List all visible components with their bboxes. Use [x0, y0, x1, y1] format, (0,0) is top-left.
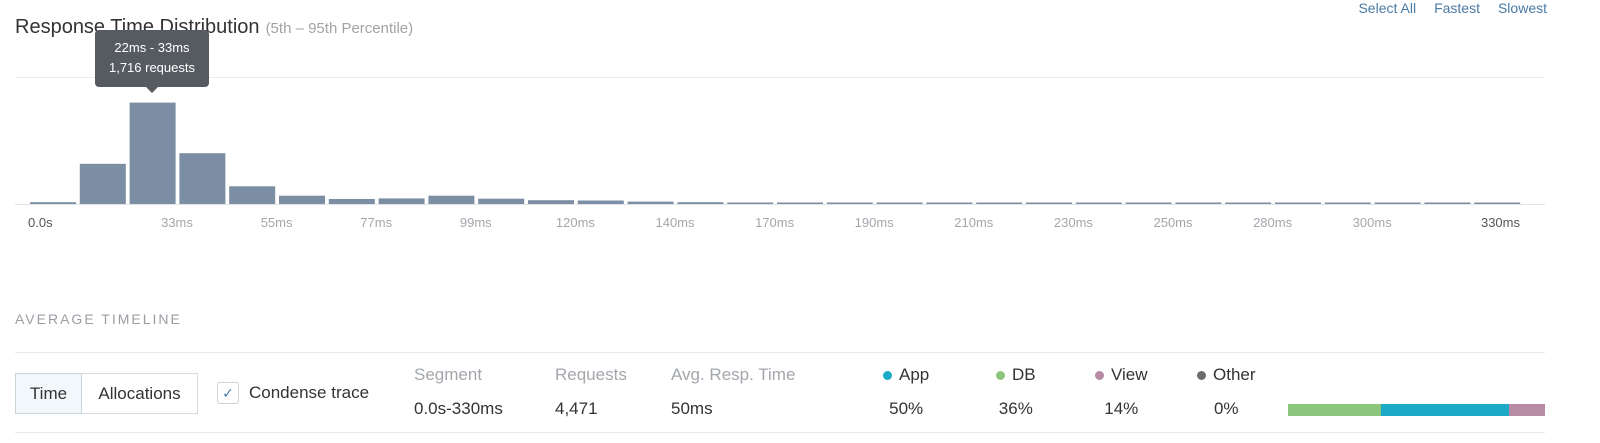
- histogram-bar[interactable]: [727, 202, 774, 205]
- x-tick-label: 190ms: [855, 215, 895, 230]
- histogram-bar[interactable]: [179, 153, 226, 204]
- legend-label: DB: [1012, 365, 1036, 384]
- histogram-bar[interactable]: [577, 200, 624, 205]
- select-all-link[interactable]: Select All: [1358, 0, 1416, 16]
- condense-trace-checkbox[interactable]: ✓: [217, 382, 239, 404]
- stat-value: 4,471: [555, 399, 598, 418]
- breakdown-segment-view: [1509, 404, 1545, 416]
- page: Response Time Distribution (5th – 95th P…: [0, 0, 1600, 443]
- histogram-bar[interactable]: [478, 198, 525, 204]
- stat-label: Segment: [414, 365, 483, 384]
- histogram-bar[interactable]: [1125, 202, 1172, 205]
- histogram-bar[interactable]: [30, 202, 76, 204]
- histogram-bar[interactable]: [1474, 202, 1521, 205]
- legend-value: 36%: [998, 399, 1033, 418]
- time-toggle-button[interactable]: Time: [15, 373, 82, 414]
- histogram-bar[interactable]: [129, 102, 176, 204]
- legend-value: 50%: [889, 399, 924, 418]
- legend-value: 14%: [1104, 399, 1139, 418]
- x-tick-label: 280ms: [1253, 215, 1293, 230]
- stat-requests: Requests 4,471: [555, 365, 627, 419]
- histogram-bar[interactable]: [378, 198, 425, 204]
- stat-avg-response-time: Avg. Resp. Time 50ms: [671, 365, 795, 419]
- histogram-bar[interactable]: [1175, 202, 1222, 205]
- histogram-bar[interactable]: [279, 195, 325, 204]
- histogram-bar[interactable]: [1075, 202, 1122, 205]
- legend-app: App 50%: [883, 365, 929, 419]
- x-tick-label: 99ms: [460, 215, 492, 230]
- checkmark-icon: ✓: [222, 384, 234, 401]
- x-tick-label: 250ms: [1153, 215, 1193, 230]
- legend-db: DB 36%: [996, 365, 1036, 419]
- bar-tooltip: 22ms - 33ms 1,716 requests: [95, 30, 209, 93]
- x-tick-label: 230ms: [1054, 215, 1094, 230]
- x-tick-label: 77ms: [360, 215, 392, 230]
- histogram-bar[interactable]: [876, 202, 923, 205]
- legend-label: Other: [1213, 365, 1256, 384]
- histogram-bar[interactable]: [1324, 202, 1371, 205]
- histogram-bar[interactable]: [528, 200, 574, 204]
- stat-label: Avg. Resp. Time: [671, 365, 796, 384]
- histogram-bar[interactable]: [328, 199, 375, 204]
- x-tick-label: 140ms: [655, 215, 695, 230]
- legend-view: View 14%: [1095, 365, 1148, 419]
- breakdown-segment-app: [1380, 404, 1510, 416]
- stat-segment: Segment 0.0s-330ms: [414, 365, 503, 419]
- legend-value: 0%: [1213, 399, 1239, 418]
- stat-label: Requests: [555, 365, 627, 384]
- x-tick-label: 33ms: [161, 215, 193, 230]
- stat-value: 50ms: [671, 399, 713, 418]
- x-tick-label: 300ms: [1353, 215, 1393, 230]
- stat-value: 0.0s-330ms: [414, 399, 503, 418]
- view-dot-icon: [1095, 370, 1104, 380]
- x-tick-label: 55ms: [261, 215, 293, 230]
- slowest-link[interactable]: Slowest: [1498, 0, 1547, 16]
- chart-subtitle: (5th – 95th Percentile): [265, 20, 414, 37]
- condense-trace-label: Condense trace: [249, 383, 370, 402]
- fastest-link[interactable]: Fastest: [1434, 0, 1480, 16]
- allocations-toggle-button[interactable]: Allocations: [82, 373, 198, 414]
- divider: [15, 432, 1545, 433]
- selection-links: Select All Fastest Slowest: [1358, 0, 1547, 16]
- app-dot-icon: [883, 370, 892, 380]
- histogram-bar[interactable]: [627, 201, 674, 204]
- condense-trace-option[interactable]: ✓ Condense trace: [217, 382, 369, 404]
- x-tick-label: 170ms: [755, 215, 795, 230]
- histogram-bar[interactable]: [677, 202, 724, 204]
- db-dot-icon: [996, 370, 1005, 380]
- histogram-bar[interactable]: [1374, 202, 1421, 205]
- histogram-bar[interactable]: [1225, 202, 1272, 205]
- other-dot-icon: [1197, 370, 1206, 380]
- x-tick-label: 120ms: [556, 215, 596, 230]
- histogram-bar[interactable]: [229, 186, 276, 204]
- tooltip-range: 22ms - 33ms: [114, 40, 190, 55]
- histogram-bar[interactable]: [79, 163, 126, 204]
- histogram-bar[interactable]: [777, 202, 823, 205]
- legend-other: Other 0%: [1197, 365, 1256, 419]
- view-toggle: Time Allocations: [15, 373, 198, 414]
- histogram: 0.0s 33ms 55ms 77ms 99ms 120ms 140ms 170ms 190ms…: [0, 60, 1600, 260]
- histogram-bar[interactable]: [926, 202, 973, 205]
- timeline-section-label: AVERAGE TIMELINE: [15, 311, 182, 327]
- histogram-bar[interactable]: [1026, 202, 1072, 205]
- legend-label: View: [1111, 365, 1148, 384]
- histogram-bar[interactable]: [1424, 202, 1471, 205]
- chart-header: Response Time Distribution (5th – 95th P…: [15, 16, 413, 39]
- legend-label: App: [899, 365, 930, 384]
- time-breakdown-bar: [1288, 404, 1545, 416]
- histogram-bar[interactable]: [976, 202, 1023, 205]
- histogram-bar[interactable]: [1275, 202, 1321, 205]
- histogram-svg: 0.0s 33ms 55ms 77ms 99ms 120ms 140ms 170ms 190ms…: [15, 102, 1545, 230]
- x-tick-label: 0.0s: [28, 215, 53, 230]
- histogram-bar[interactable]: [428, 195, 475, 204]
- divider: [15, 352, 1545, 353]
- x-tick-label: 210ms: [954, 215, 994, 230]
- tooltip-requests: 1,716 requests: [108, 60, 195, 75]
- x-tick-label: 330ms: [1481, 215, 1521, 230]
- breakdown-segment-db: [1288, 404, 1381, 416]
- histogram-bar[interactable]: [826, 202, 873, 205]
